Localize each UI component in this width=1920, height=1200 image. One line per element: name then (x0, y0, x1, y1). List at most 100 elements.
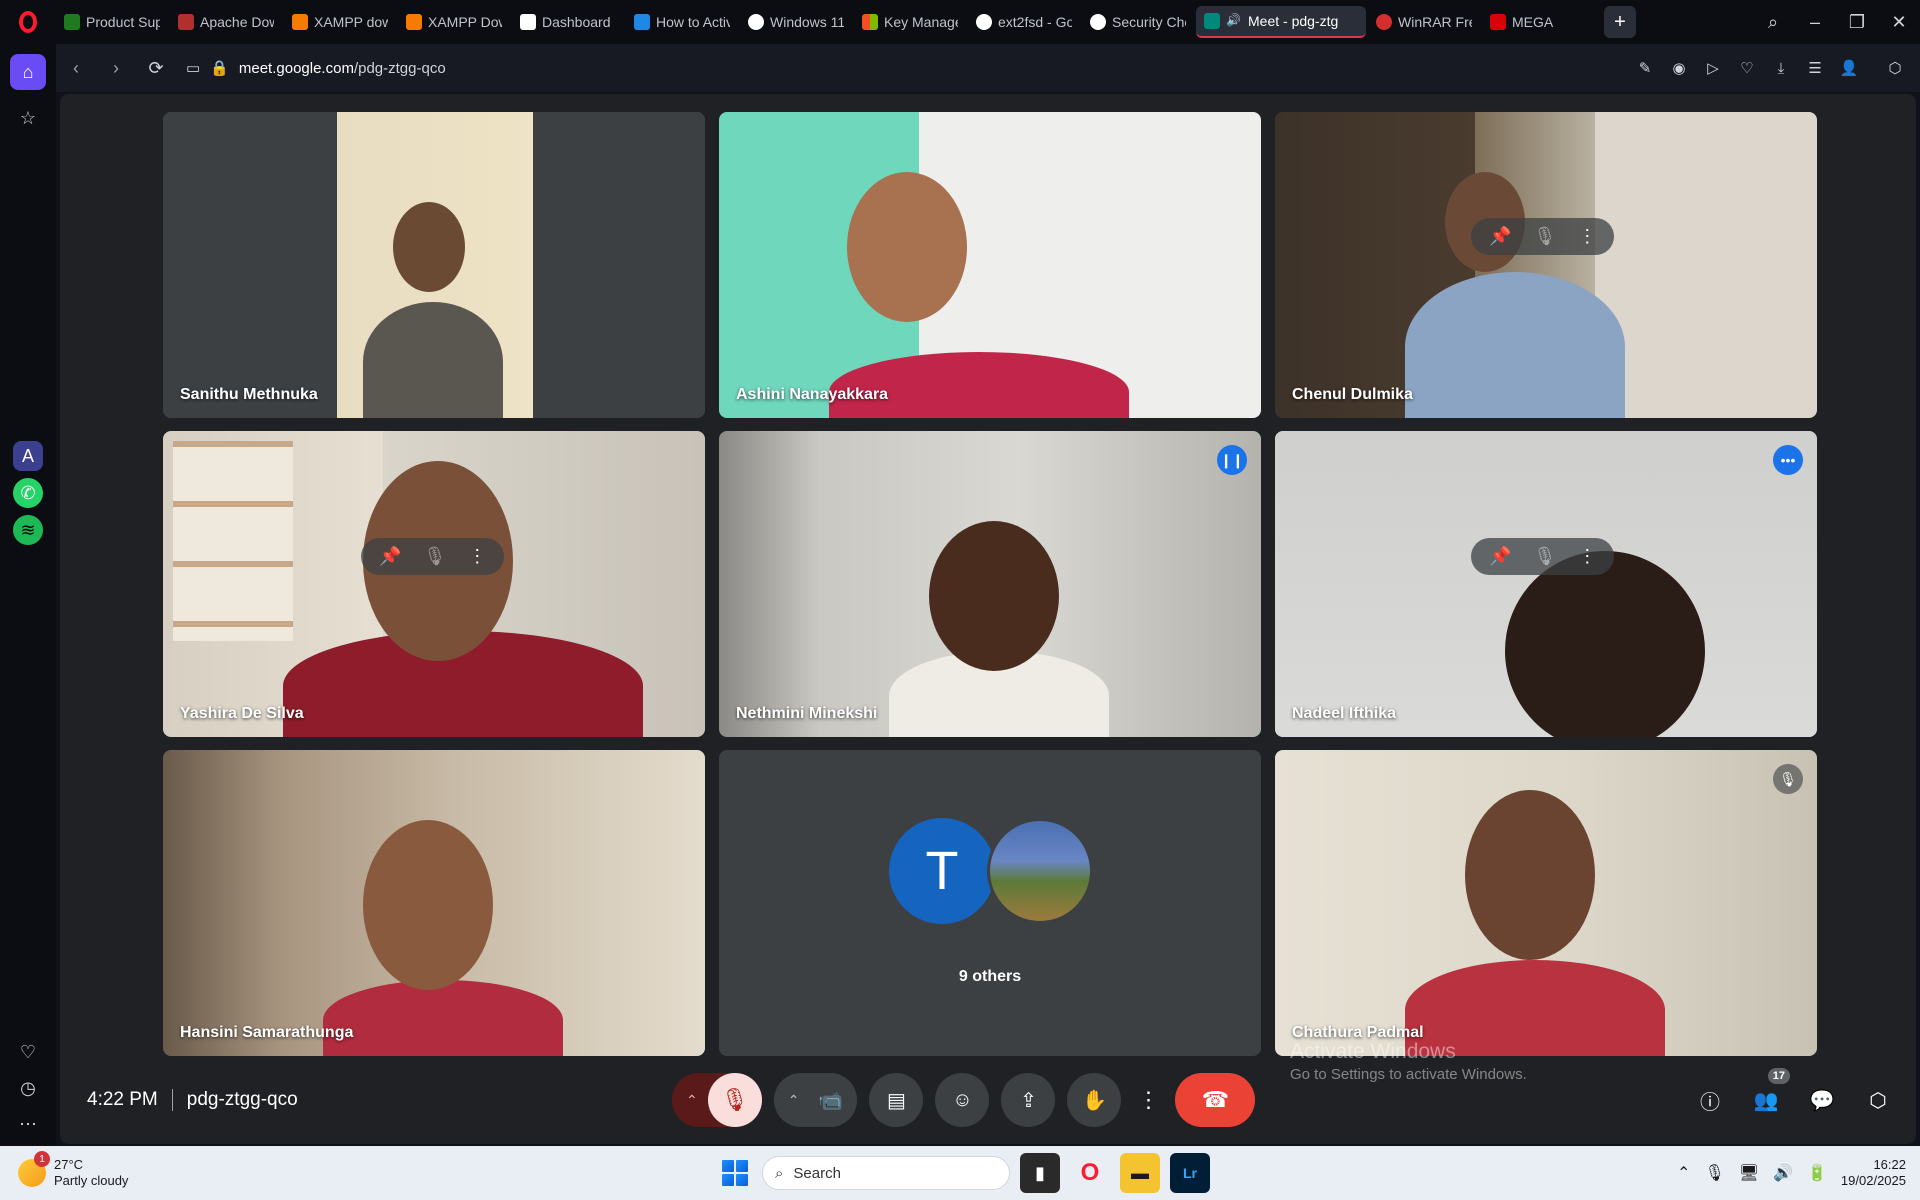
weather-widget[interactable]: 1 27°C Partly cloudy (18, 1151, 129, 1189)
pin-icon[interactable]: 📌 (1489, 226, 1511, 247)
url-field[interactable]: ▭ 🔒 meet.google.com/pdg-ztgg-qco (186, 59, 446, 78)
activities-button[interactable]: ⬡ (1860, 1082, 1896, 1118)
browser-tab[interactable]: How to Activa (626, 6, 738, 38)
participant-tile[interactable]: ❙❙ Nethmini Minekshi (719, 431, 1261, 737)
browser-tab[interactable]: MEGA (1482, 6, 1594, 38)
audio-settings-chevron-icon[interactable]: ⌃ (686, 1092, 698, 1109)
heart-bookmark-icon[interactable]: ♡ (1732, 53, 1762, 83)
send-icon[interactable]: ▷ (1698, 53, 1728, 83)
meet-control-bar: 4:22 PM pdg-ztgg-qco ⌃ 🎙 ⌃ 📹 ▤ ☺ ⇪ ✋ ⋮ ☎… (60, 1068, 1916, 1130)
video-feed (1275, 112, 1817, 418)
participant-tile[interactable]: 🎙 Chathura Padmal (1275, 750, 1817, 1056)
more-sidebar-icon[interactable]: ⋯ (10, 1106, 46, 1142)
participant-face (393, 202, 465, 292)
bookmarks-star-icon[interactable]: ☆ (10, 100, 46, 136)
browser-tab[interactable]: WinRAR Free (1368, 6, 1480, 38)
chevron-up-icon[interactable]: ⌃ (1677, 1163, 1690, 1183)
browser-tab[interactable]: ext2fsd - Goo (968, 6, 1080, 38)
more-options-icon[interactable]: ⋮ (1578, 546, 1596, 567)
participant-tile[interactable]: Sanithu Methnuka (163, 112, 705, 418)
browser-tab[interactable]: Windows 11 P (740, 6, 852, 38)
browser-tab[interactable]: Dashboard (512, 6, 624, 38)
google-icon (1090, 14, 1106, 30)
people-button[interactable]: 👥 17 (1748, 1068, 1790, 1118)
minimize-button[interactable]: – (1794, 0, 1836, 44)
present-screen-button[interactable]: ⇪ (1001, 1073, 1056, 1127)
reload-button[interactable]: ⟳ (136, 48, 176, 88)
speaker-icon[interactable]: 🔊 (1226, 13, 1242, 29)
camera-permission-icon[interactable]: ▭ (186, 59, 200, 77)
extensions-cube-icon[interactable]: ⬡ (1880, 53, 1910, 83)
aria-icon[interactable]: A (13, 441, 43, 471)
windows-start-icon[interactable] (718, 1156, 752, 1190)
participant-tile[interactable]: Hansini Samarathunga (163, 750, 705, 1056)
heart-icon[interactable]: ♡ (10, 1034, 46, 1070)
browser-tab[interactable]: XAMPP Down (398, 6, 510, 38)
participant-tile[interactable]: 📌 🎙 ⋮ Yashira De Silva (163, 431, 705, 737)
volume-icon[interactable]: 🔊 (1773, 1163, 1793, 1183)
file-explorer-icon[interactable]: ▬ (1120, 1153, 1160, 1193)
participant-tile-active[interactable]: ••• 📌 🎙 ⋮ Nadeel Ifthika (1275, 431, 1817, 737)
search-icon: ⌕ (775, 1164, 784, 1182)
meeting-details-button[interactable]: ⓘ (1692, 1082, 1728, 1118)
participant-tile[interactable]: 📌 🎙 ⋮ Chenul Dulmika (1275, 112, 1817, 418)
microphone-group: ⌃ 🎙 (672, 1073, 762, 1127)
notification-badge: 1 (34, 1151, 50, 1167)
tile-hover-controls: 📌 🎙 ⋮ (361, 538, 505, 575)
browser-tab[interactable]: XAMPP down (284, 6, 396, 38)
tab-favicon-icon (178, 14, 194, 30)
lightroom-icon[interactable]: Lr (1170, 1153, 1210, 1193)
participant-tile[interactable]: Ashini Nanayakkara (719, 112, 1261, 418)
browser-tab[interactable]: Apache Down (170, 6, 282, 38)
opera-taskbar-icon[interactable]: O (1070, 1153, 1110, 1193)
history-icon[interactable]: ◷ (10, 1070, 46, 1106)
others-tile[interactable]: T 9 others (719, 750, 1261, 1056)
camera-snapshot-icon[interactable]: ◉ (1664, 53, 1694, 83)
pin-icon[interactable]: 📌 (1489, 546, 1511, 567)
whatsapp-icon[interactable]: ✆ (13, 478, 43, 508)
pin-icon[interactable]: 📌 (379, 546, 401, 567)
edit-icon[interactable]: ✎ (1630, 53, 1660, 83)
browser-tab[interactable]: Security Chec (1082, 6, 1194, 38)
video-feed (1275, 750, 1817, 1056)
emoji-reactions-button[interactable]: ☺ (935, 1073, 990, 1127)
camera-toggle-button[interactable]: 📹 (803, 1073, 858, 1127)
restore-button[interactable]: ❐ (1836, 0, 1878, 44)
video-settings-chevron-icon[interactable]: ⌃ (788, 1092, 800, 1109)
close-window-button[interactable]: ✕ (1878, 0, 1920, 44)
clock[interactable]: 16:22 19/02/2025 (1841, 1157, 1906, 1189)
download-icon[interactable]: ⤓ (1766, 53, 1796, 83)
chat-button[interactable]: 💬 (1804, 1082, 1840, 1118)
leave-call-button[interactable]: ☎ (1175, 1073, 1256, 1127)
participant-avatar: T (889, 818, 995, 924)
battery-icon[interactable]: 🔋 (1807, 1163, 1827, 1183)
network-icon[interactable]: 🖥 (1739, 1163, 1759, 1183)
raise-hand-button[interactable]: ✋ (1067, 1073, 1122, 1127)
back-button[interactable]: ‹ (56, 48, 96, 88)
temperature: 27°C (54, 1157, 84, 1172)
home-icon[interactable]: ⌂ (10, 54, 46, 90)
microphone-icon[interactable]: 🎙 (1704, 1163, 1724, 1183)
easy-setup-icon[interactable]: ☰ (1800, 53, 1830, 83)
forward-button[interactable]: › (96, 48, 136, 88)
task-view-icon[interactable]: ▮ (1020, 1153, 1060, 1193)
camera-group: ⌃ 📹 (773, 1073, 858, 1127)
more-options-icon[interactable]: ⋮ (468, 546, 486, 567)
captions-button[interactable]: ▤ (869, 1073, 924, 1127)
spotify-icon[interactable]: ≋ (13, 515, 43, 545)
more-options-icon[interactable]: ••• (1773, 445, 1803, 475)
opera-menu-button[interactable] (0, 0, 56, 44)
new-tab-button[interactable]: + (1604, 6, 1636, 38)
taskbar-search[interactable]: ⌕ Search (762, 1156, 1010, 1190)
weather-condition: Partly cloudy (54, 1173, 129, 1188)
lock-icon[interactable]: 🔒 (210, 59, 229, 77)
search-tabs-icon[interactable]: ⌕ (1752, 0, 1794, 44)
more-options-button[interactable]: ⋮ (1133, 1073, 1163, 1127)
mic-icon: 🎙 (1533, 226, 1557, 246)
browser-tab[interactable]: Product Supp (56, 6, 168, 38)
microphone-toggle-button[interactable]: 🎙 (707, 1073, 762, 1127)
profile-icon[interactable]: 👤 (1834, 53, 1864, 83)
browser-tab-active[interactable]: 🔊 Meet - pdg-ztg (1196, 6, 1366, 38)
browser-tab[interactable]: Key Managem (854, 6, 966, 38)
more-options-icon[interactable]: ⋮ (1578, 226, 1596, 247)
